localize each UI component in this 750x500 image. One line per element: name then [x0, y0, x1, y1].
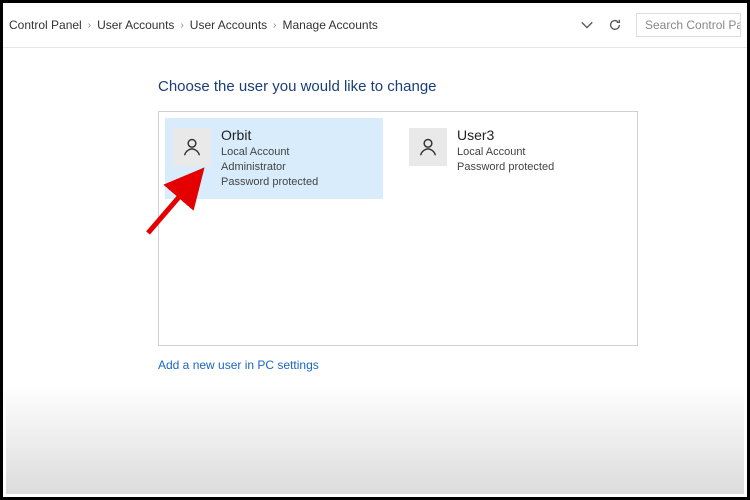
user-avatar-icon — [173, 128, 211, 166]
refresh-icon[interactable] — [608, 18, 622, 32]
address-toolbar: Control Panel › User Accounts › User Acc… — [3, 3, 747, 48]
account-type: Local Account — [457, 145, 554, 160]
account-password-status: Password protected — [221, 175, 318, 190]
chevron-down-icon[interactable] — [580, 18, 594, 32]
content-area: Choose the user you would like to change… — [3, 48, 747, 372]
breadcrumb-item[interactable]: User Accounts — [190, 18, 267, 32]
accounts-container: Orbit Local Account Administrator Passwo… — [158, 111, 638, 346]
search-input[interactable]: Search Control Panel — [636, 13, 741, 37]
account-password-status: Password protected — [457, 160, 554, 175]
account-tile-user3[interactable]: User3 Local Account Password protected — [401, 118, 619, 185]
account-details: Orbit Local Account Administrator Passwo… — [221, 126, 318, 189]
account-details: User3 Local Account Password protected — [457, 126, 554, 175]
account-type: Local Account — [221, 145, 318, 160]
chevron-right-icon: › — [88, 20, 91, 31]
bottom-fade — [6, 384, 744, 494]
account-name: Orbit — [221, 126, 318, 145]
user-avatar-icon — [409, 128, 447, 166]
page-title: Choose the user you would like to change — [158, 78, 747, 95]
chevron-right-icon: › — [180, 20, 183, 31]
account-role: Administrator — [221, 160, 318, 175]
account-name: User3 — [457, 126, 554, 145]
account-tile-orbit[interactable]: Orbit Local Account Administrator Passwo… — [165, 118, 383, 199]
breadcrumb[interactable]: Control Panel › User Accounts › User Acc… — [9, 18, 580, 32]
breadcrumb-item[interactable]: Manage Accounts — [283, 18, 378, 32]
add-user-link[interactable]: Add a new user in PC settings — [158, 358, 319, 372]
breadcrumb-item[interactable]: Control Panel — [9, 18, 82, 32]
chevron-right-icon: › — [273, 20, 276, 31]
breadcrumb-item[interactable]: User Accounts — [97, 18, 174, 32]
